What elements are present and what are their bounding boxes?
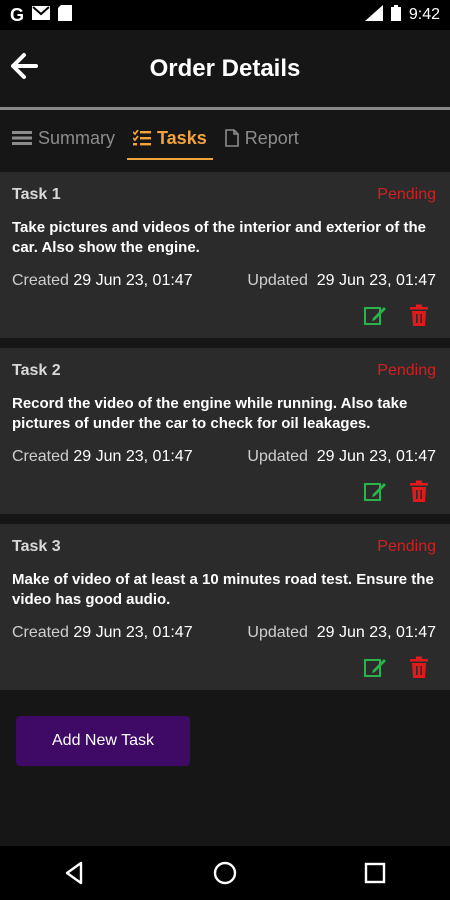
task-description: Make of video of at least a 10 minutes r… xyxy=(12,571,434,608)
updated-date: 29 Jun 23, 01:47 xyxy=(316,272,436,289)
status-left: G xyxy=(10,4,73,26)
task-actions xyxy=(364,304,430,326)
created-label: Created xyxy=(12,448,69,465)
updated-label: Updated xyxy=(247,624,308,641)
task-meta: Created 29 Jun 23, 01:47 Updated 29 Jun … xyxy=(12,624,436,642)
battery-icon xyxy=(390,4,401,26)
created-label: Created xyxy=(12,624,69,641)
task-card[interactable]: Task 1 Pending Take pictures and videos … xyxy=(0,172,450,338)
task-name: Task 1 xyxy=(12,186,61,203)
tab-summary[interactable]: Summary xyxy=(12,118,115,158)
created-date: 29 Jun 23, 01:47 xyxy=(73,272,193,289)
status-badge: Pending xyxy=(377,186,436,203)
tab-report-label: Report xyxy=(244,127,299,148)
updated-label: Updated xyxy=(247,272,308,289)
arrow-left-icon[interactable] xyxy=(10,52,38,80)
task-list: Task 1 Pending Take pictures and videos … xyxy=(0,172,450,700)
edit-icon[interactable] xyxy=(364,656,386,678)
updated-date: 29 Jun 23, 01:47 xyxy=(316,624,436,641)
status-time: 9:42 xyxy=(408,6,440,23)
delete-icon[interactable] xyxy=(408,480,430,502)
document-icon xyxy=(224,129,239,147)
created-label: Created xyxy=(12,272,69,289)
nav-home-icon[interactable] xyxy=(211,859,239,887)
google-icon: G xyxy=(10,4,25,25)
task-name: Task 3 xyxy=(12,538,61,555)
status-badge: Pending xyxy=(377,362,436,379)
list-lines-icon xyxy=(12,131,32,145)
task-card[interactable]: Task 3 Pending Make of video of at least… xyxy=(0,524,450,690)
status-right: 9:42 xyxy=(364,4,440,26)
signal-icon xyxy=(364,4,383,26)
task-name: Task 2 xyxy=(12,362,61,379)
status-bar: G 9:42 xyxy=(0,0,450,30)
task-actions xyxy=(364,480,430,502)
sd-card-icon xyxy=(58,4,73,26)
gmail-icon xyxy=(32,5,51,25)
checklist-icon xyxy=(133,130,152,146)
status-badge: Pending xyxy=(377,538,436,555)
delete-icon[interactable] xyxy=(408,656,430,678)
task-meta: Created 29 Jun 23, 01:47 Updated 29 Jun … xyxy=(12,272,436,290)
app-bar: Order Details xyxy=(0,30,450,108)
edit-icon[interactable] xyxy=(364,304,386,326)
edit-icon[interactable] xyxy=(364,480,386,502)
nav-back-icon[interactable] xyxy=(61,859,89,887)
tab-tasks-label: Tasks xyxy=(157,127,207,148)
add-new-task-button[interactable]: Add New Task xyxy=(16,716,190,766)
created-date: 29 Jun 23, 01:47 xyxy=(73,624,193,641)
page-title: Order Details xyxy=(149,55,301,82)
task-meta: Created 29 Jun 23, 01:47 Updated 29 Jun … xyxy=(12,448,436,466)
tab-tasks[interactable]: Tasks xyxy=(127,118,213,160)
task-actions xyxy=(364,656,430,678)
nav-recents-icon[interactable] xyxy=(361,859,389,887)
header-divider xyxy=(0,107,450,110)
tab-bar: Summary Tasks Report xyxy=(0,118,450,162)
created-date: 29 Jun 23, 01:47 xyxy=(73,448,193,465)
updated-date: 29 Jun 23, 01:47 xyxy=(316,448,436,465)
system-nav-bar xyxy=(0,846,450,900)
tab-summary-label: Summary xyxy=(38,127,116,148)
task-description: Take pictures and videos of the interior… xyxy=(12,219,426,256)
tab-report[interactable]: Report xyxy=(224,118,299,158)
task-card[interactable]: Task 2 Pending Record the video of the e… xyxy=(0,348,450,514)
updated-label: Updated xyxy=(247,448,308,465)
task-description: Record the video of the engine while run… xyxy=(12,395,408,432)
delete-icon[interactable] xyxy=(408,304,430,326)
